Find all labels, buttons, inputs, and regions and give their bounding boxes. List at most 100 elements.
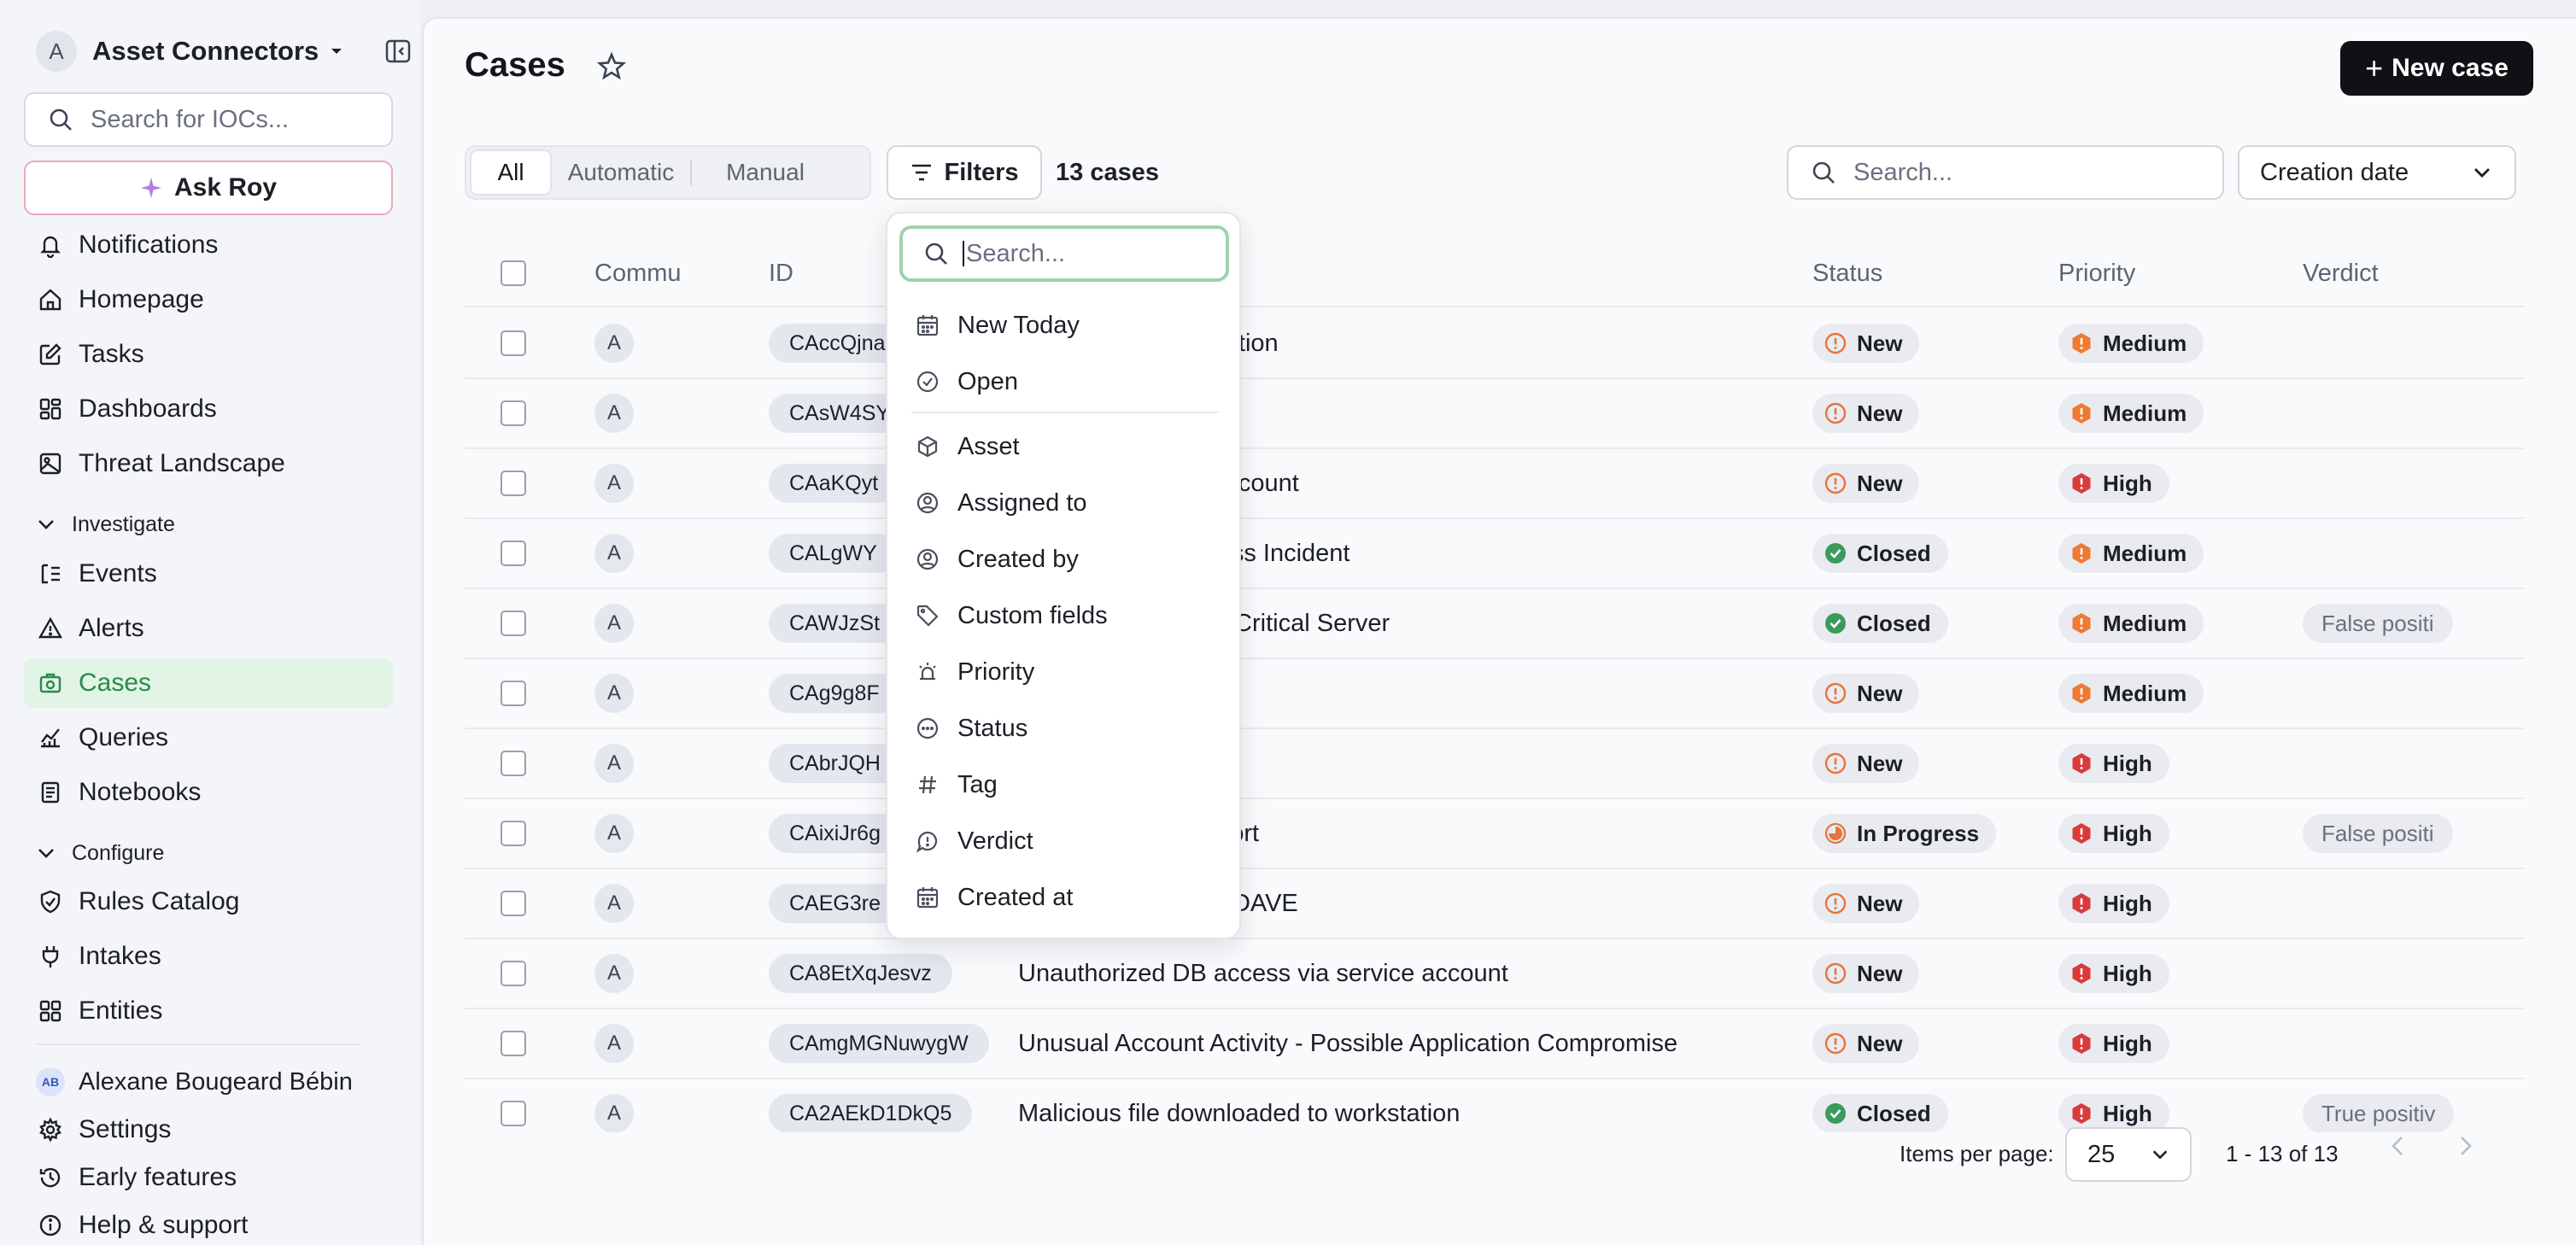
- table-row[interactable]: ACALgWYg & Privileged Access IncidentClo…: [465, 519, 2525, 589]
- case-id[interactable]: CALgWY: [769, 534, 898, 573]
- table-row[interactable]: A CAg9g8F New Medium: [465, 659, 2525, 729]
- filter-search-input[interactable]: Search...: [899, 225, 1229, 282]
- row-checkbox[interactable]: [501, 961, 526, 986]
- nav-alerts[interactable]: Alerts: [24, 604, 393, 653]
- col-id[interactable]: ID: [769, 239, 793, 307]
- filter-priority[interactable]: Priority: [915, 649, 1034, 695]
- col-status[interactable]: Status: [1812, 239, 1882, 307]
- sort-select[interactable]: Creation date: [2238, 145, 2516, 200]
- table-row[interactable]: ACAEG3reloaded to LAPTOP-DAVENewHigh: [465, 869, 2525, 939]
- filter-tag[interactable]: Tag: [915, 762, 998, 808]
- case-title[interactable]: Unauthorized DB access via service accou…: [1018, 939, 1508, 1008]
- tab-manual[interactable]: Manual: [692, 149, 839, 196]
- chevron-left-icon[interactable]: [2388, 1134, 2409, 1158]
- case-id[interactable]: CA2AEkD1DkQ5: [769, 1094, 973, 1132]
- case-id[interactable]: CA8EtXqJesvz: [769, 954, 952, 993]
- select-all-checkbox[interactable]: [501, 260, 526, 286]
- filter-status[interactable]: Status: [915, 705, 1027, 751]
- filter-open[interactable]: Open: [915, 359, 1018, 405]
- calendar-icon: [915, 313, 940, 337]
- nav-entities[interactable]: Entities: [24, 986, 393, 1036]
- nav-rules-catalog[interactable]: Rules Catalog: [24, 877, 393, 926]
- case-id[interactable]: CAWJzSt: [769, 604, 901, 643]
- table-row[interactable]: ACAaKQytccess via service accountNewHigh: [465, 449, 2525, 519]
- table-row[interactable]: ACAccQjnamovement investigationNewMedium: [465, 309, 2525, 379]
- nav-intakes[interactable]: Intakes: [24, 932, 393, 981]
- workspace-switcher[interactable]: A Asset Connectors: [36, 29, 412, 73]
- nav-early-features[interactable]: Early features: [24, 1153, 393, 1202]
- nav-notifications[interactable]: Notifications: [24, 220, 393, 270]
- case-id[interactable]: CAEG3re: [769, 884, 901, 923]
- user-profile[interactable]: AB Alexane Bougeard Bébin: [36, 1064, 353, 1100]
- case-title[interactable]: Malicious file downloaded to workstation: [1018, 1079, 1460, 1132]
- row-checkbox[interactable]: [501, 330, 526, 356]
- filter-asset[interactable]: Asset: [915, 424, 1020, 470]
- row-checkbox[interactable]: [501, 611, 526, 636]
- nav-events[interactable]: Events: [24, 549, 393, 599]
- priority-badge: Medium: [2058, 604, 2204, 643]
- community-cell: A: [594, 799, 634, 868]
- priority-cell: High: [2058, 449, 2169, 517]
- table-row[interactable]: ACAWJzSton Compromise on Critical Server…: [465, 589, 2525, 659]
- row-checkbox[interactable]: [501, 821, 526, 846]
- pagination-range: 1 - 13 of 13: [2226, 1141, 2339, 1166]
- case-id[interactable]: CAmgMGNuwygW: [769, 1024, 989, 1063]
- case-title[interactable]: Unusual Account Activity - Possible Appl…: [1018, 1009, 1677, 1078]
- table-row[interactable]: A CAmgMGNuwygW Unusual Account Activity - …: [465, 1009, 2525, 1079]
- table-row[interactable]: A CAsW4SY New Medium: [465, 379, 2525, 449]
- filter-verdict[interactable]: Verdict: [915, 818, 1033, 864]
- entities-icon: [36, 998, 65, 1024]
- nav-cases[interactable]: Cases: [24, 658, 393, 708]
- case-id[interactable]: CAg9g8F: [769, 674, 900, 713]
- row-select-cell: [501, 729, 526, 798]
- chevron-right-icon[interactable]: [2455, 1134, 2475, 1158]
- row-checkbox[interactable]: [501, 1101, 526, 1126]
- ioc-search-input[interactable]: Search for IOCs...: [24, 92, 393, 147]
- row-checkbox[interactable]: [501, 400, 526, 426]
- nav-settings[interactable]: Settings: [24, 1105, 393, 1154]
- case-id[interactable]: CAixiJr6g: [769, 814, 901, 853]
- section-configure[interactable]: Configure: [36, 836, 164, 870]
- nav-dashboards[interactable]: Dashboards: [24, 384, 393, 434]
- items-per-page-select[interactable]: 25: [2065, 1127, 2192, 1182]
- col-priority[interactable]: Priority: [2058, 239, 2135, 307]
- tab-automatic[interactable]: Automatic: [552, 149, 690, 196]
- filter-new-today[interactable]: New Today: [915, 302, 1080, 348]
- priority-badge: Medium: [2058, 674, 2204, 713]
- nav-queries[interactable]: Queries: [24, 713, 393, 763]
- nav-threat-landscape[interactable]: Threat Landscape: [24, 439, 393, 488]
- row-checkbox[interactable]: [501, 891, 526, 916]
- table-row[interactable]: A CA2AEkD1DkQ5 Malicious file downloaded t…: [465, 1079, 2525, 1132]
- row-checkbox[interactable]: [501, 1031, 526, 1056]
- ask-roy-button[interactable]: Ask Roy: [24, 161, 393, 215]
- filter-assigned-to[interactable]: Assigned to: [915, 480, 1087, 526]
- table-row[interactable]: A CAbrJQH New High: [465, 729, 2525, 799]
- collapse-sidebar-icon[interactable]: [384, 38, 412, 65]
- community-cell: A: [594, 1009, 634, 1078]
- section-investigate[interactable]: Investigate: [36, 507, 175, 541]
- filter-created-at[interactable]: Created at: [915, 874, 1073, 921]
- col-verdict[interactable]: Verdict: [2303, 239, 2379, 307]
- row-checkbox[interactable]: [501, 681, 526, 706]
- new-case-button[interactable]: + New case: [2340, 41, 2533, 96]
- row-checkbox[interactable]: [501, 471, 526, 496]
- nav-notebooks[interactable]: Notebooks: [24, 768, 393, 817]
- case-id[interactable]: CAaKQyt: [769, 464, 899, 503]
- table-row[interactable]: ACAixiJr6gomise Incident ReportIn Progre…: [465, 799, 2525, 869]
- case-id[interactable]: CAbrJQH: [769, 744, 901, 783]
- filter-custom-fields[interactable]: Custom fields: [915, 593, 1108, 639]
- row-checkbox[interactable]: [501, 541, 526, 566]
- star-icon[interactable]: [596, 51, 627, 82]
- status-text: Closed: [1857, 540, 1931, 566]
- nav-help-support[interactable]: Help & support: [24, 1201, 393, 1245]
- table-row[interactable]: A CA8EtXqJesvz Unauthorized DB access via …: [465, 939, 2525, 1009]
- row-checkbox[interactable]: [501, 751, 526, 776]
- community-avatar: A: [594, 674, 634, 713]
- tab-all[interactable]: All: [470, 149, 552, 196]
- nav-tasks[interactable]: Tasks: [24, 330, 393, 379]
- nav-homepage[interactable]: Homepage: [24, 275, 393, 324]
- filters-button[interactable]: Filters: [887, 145, 1042, 200]
- col-community[interactable]: Commu: [594, 239, 682, 307]
- case-search-input[interactable]: Search...: [1787, 145, 2224, 200]
- filter-created-by[interactable]: Created by: [915, 536, 1079, 582]
